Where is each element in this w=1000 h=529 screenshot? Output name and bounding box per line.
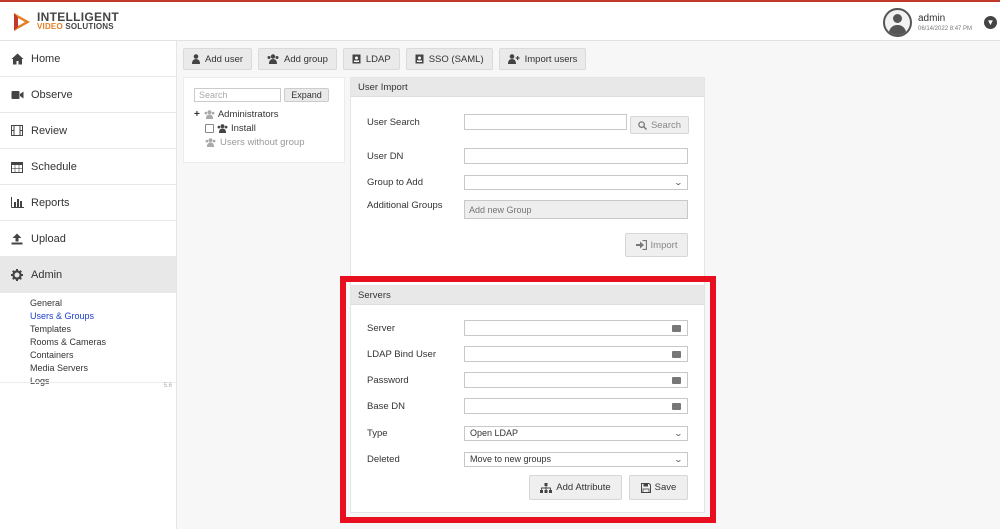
logo-play-icon <box>14 13 30 31</box>
sidebar-item-label: Reports <box>31 196 70 209</box>
users-icon <box>267 54 279 64</box>
upload-icon <box>10 233 24 245</box>
users-icon <box>204 110 215 119</box>
sidebar-item-upload[interactable]: Upload <box>0 221 176 257</box>
tree-node-administrators[interactable]: + Administrators <box>194 109 279 120</box>
sidebar-item-label: Admin <box>31 268 63 281</box>
field-label: Additional Groups <box>367 200 443 211</box>
user-search-row: User Search Search <box>367 114 689 134</box>
import-button[interactable]: Import <box>625 233 688 257</box>
ldap-button[interactable]: LDAP <box>342 48 400 70</box>
chevron-down-icon: ⌄ <box>673 177 684 187</box>
user-plus-icon <box>507 54 520 64</box>
group-to-add-row: Group to Add ⌄ <box>367 174 688 190</box>
search-icon <box>638 120 647 130</box>
subnav-general[interactable]: General <box>30 297 176 310</box>
user-icon <box>192 54 200 64</box>
import-users-button[interactable]: Import users <box>498 48 587 70</box>
subnav-media-servers[interactable]: Media Servers <box>30 362 176 375</box>
avatar[interactable] <box>883 7 912 37</box>
version-label: 5.6 <box>163 383 172 389</box>
chevron-down-icon[interactable]: ▼ <box>984 15 997 29</box>
add-user-button[interactable]: Add user <box>183 48 253 70</box>
sign-in-icon <box>635 240 647 250</box>
sidebar-item-reports[interactable]: Reports <box>0 185 176 221</box>
highlight-box <box>340 276 716 523</box>
users-icon <box>217 124 228 133</box>
expand-button[interactable]: Expand <box>284 88 329 102</box>
user-menu[interactable]: admin 06/14/2022 8:47 PM ▼ <box>883 6 1000 38</box>
panel-title: User Import <box>351 78 704 97</box>
subnav-containers[interactable]: Containers <box>30 349 176 362</box>
users-toolbar: Add user Add group LDAP SSO (SAML) Impor… <box>183 48 587 70</box>
top-bar: INTELLIGENT VIDEO SOLUTIONS admin 06/14/… <box>0 0 1000 41</box>
sidebar: Home Observe Review Schedule Reports Upl… <box>0 41 177 529</box>
group-tree-panel: Expand + Administrators Install Users wi… <box>183 77 345 163</box>
brand-tagline: VIDEO SOLUTIONS <box>37 22 114 31</box>
user-dn-row: User DN <box>367 148 688 164</box>
tree-checkbox[interactable] <box>205 124 214 133</box>
tree-node-install[interactable]: Install <box>205 123 256 134</box>
subnav-templates[interactable]: Templates <box>30 323 176 336</box>
field-label: User Search <box>367 116 420 128</box>
tree-search-input[interactable] <box>194 88 281 102</box>
gear-icon <box>10 268 24 281</box>
subnav-rooms-cameras[interactable]: Rooms & Cameras <box>30 336 176 349</box>
subnav-users-groups[interactable]: Users & Groups <box>30 310 176 323</box>
additional-groups-input[interactable] <box>464 200 688 219</box>
sso-saml-button[interactable]: SSO (SAML) <box>405 48 493 70</box>
expand-plus-icon[interactable]: + <box>194 109 200 120</box>
home-icon <box>10 53 24 65</box>
sidebar-item-label: Observe <box>31 88 73 101</box>
tree-node-users-without-group[interactable]: Users without group <box>205 137 304 148</box>
sidebar-item-label: Home <box>31 52 61 65</box>
sidebar-item-label: Review <box>31 124 68 137</box>
sidebar-item-observe[interactable]: Observe <box>0 77 176 113</box>
field-label: User DN <box>367 150 404 162</box>
users-icon <box>205 138 216 147</box>
additional-groups-row: Additional Groups <box>367 200 688 219</box>
sidebar-item-schedule[interactable]: Schedule <box>0 149 176 185</box>
sidebar-item-review[interactable]: Review <box>0 113 176 149</box>
video-camera-icon <box>10 89 24 101</box>
search-button[interactable]: Search <box>630 116 689 134</box>
calendar-icon <box>10 161 24 173</box>
add-group-button[interactable]: Add group <box>258 48 337 70</box>
divider <box>0 382 176 383</box>
sidebar-item-home[interactable]: Home <box>0 41 176 77</box>
film-icon <box>10 125 24 137</box>
brand-logo[interactable]: INTELLIGENT VIDEO SOLUTIONS <box>13 10 119 32</box>
sidebar-item-label: Schedule <box>31 160 77 173</box>
bar-chart-icon <box>10 197 24 209</box>
id-card-icon <box>352 54 361 64</box>
brand-name: INTELLIGENT <box>37 10 119 24</box>
admin-subnav: General Users & Groups Templates Rooms &… <box>0 293 176 390</box>
user-name: admin <box>918 12 946 24</box>
sidebar-item-label: Upload <box>31 232 66 245</box>
field-label: Group to Add <box>367 176 423 188</box>
user-dn-input[interactable] <box>464 148 688 164</box>
user-import-panel: User Import User Search Search User DN G… <box>350 77 705 305</box>
group-to-add-select[interactable]: ⌄ <box>464 174 688 190</box>
id-card-icon <box>415 54 424 64</box>
user-timestamp: 06/14/2022 8:47 PM <box>918 25 973 32</box>
user-search-input[interactable] <box>464 114 627 130</box>
sidebar-item-admin[interactable]: Admin <box>0 257 176 293</box>
